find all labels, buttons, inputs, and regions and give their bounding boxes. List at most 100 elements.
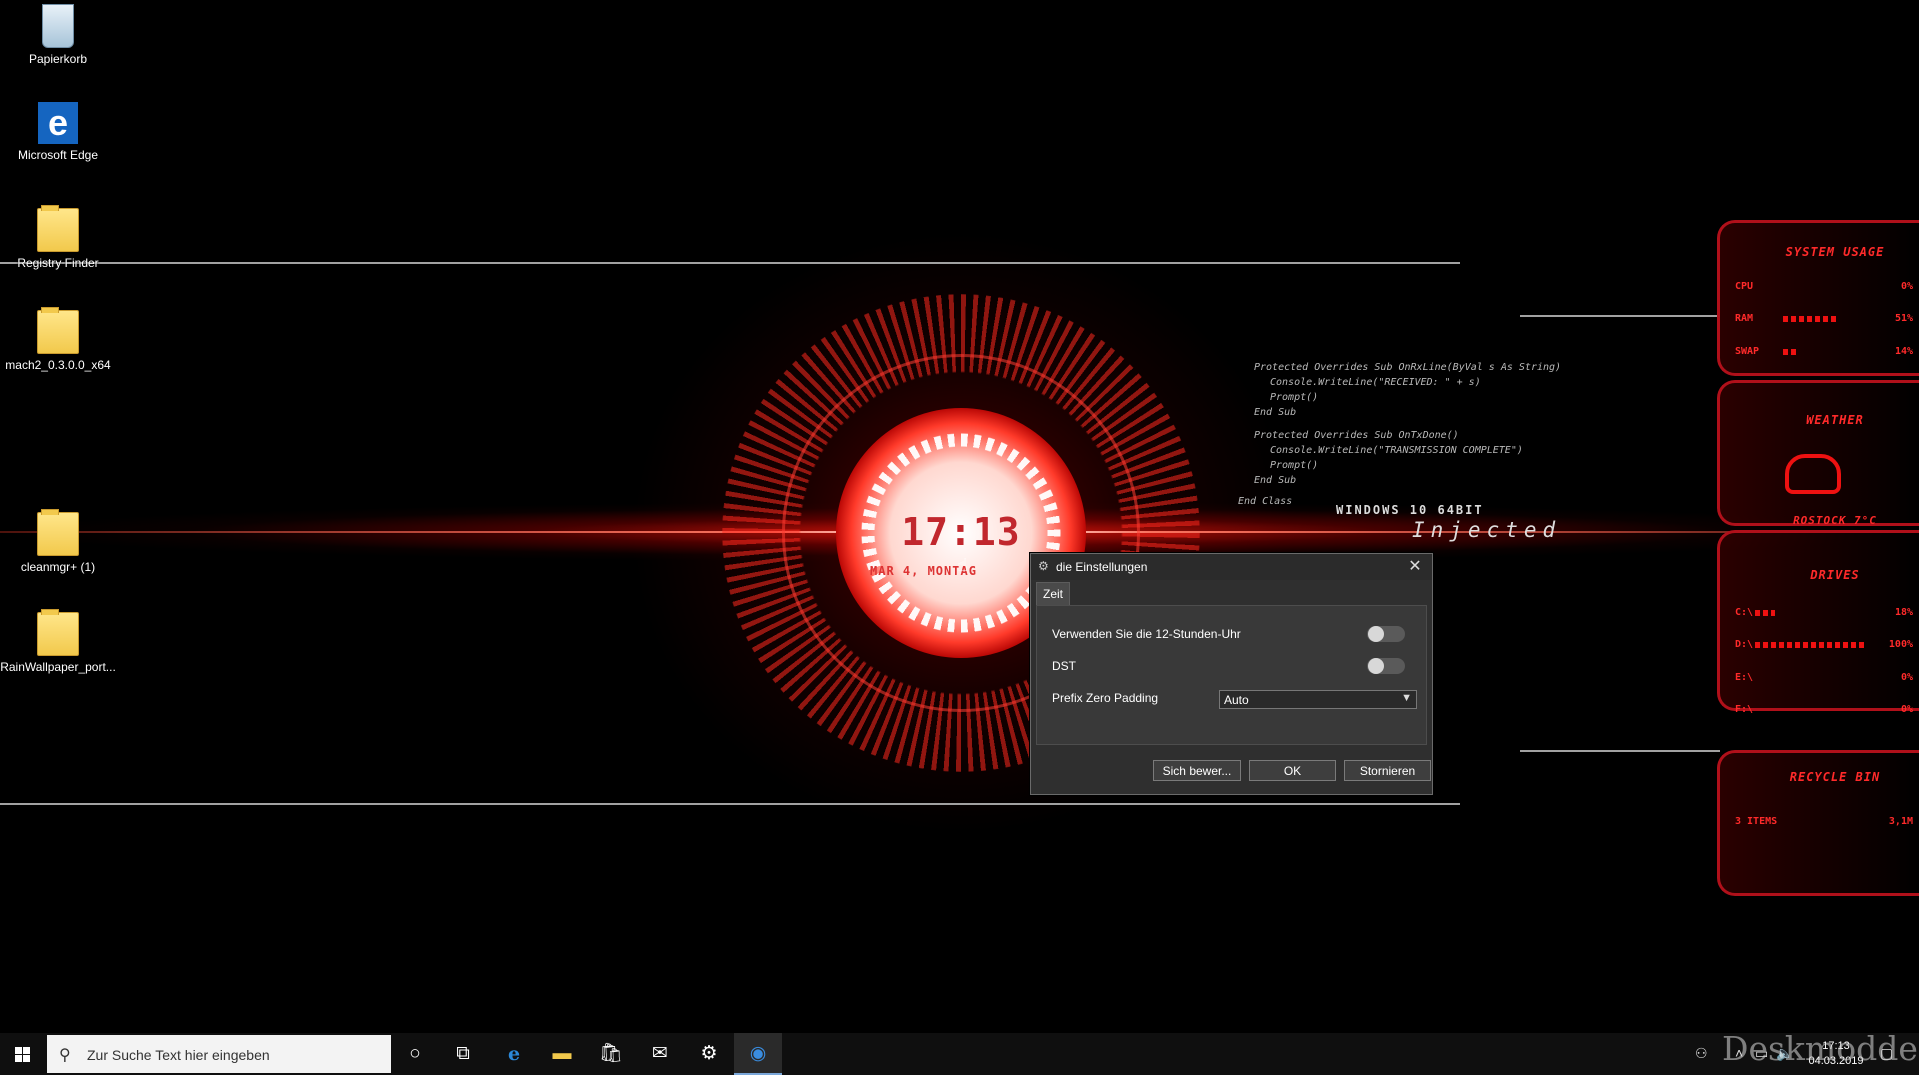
folder-icon bbox=[37, 509, 79, 556]
gear-icon: ⚙ bbox=[1038, 559, 1049, 573]
settings-gear-icon[interactable]: ⚙ bbox=[685, 1033, 733, 1075]
code-overlay: Protected Overrides Sub OnRxLine(ByVal s… bbox=[1220, 360, 1600, 509]
toggle-knob bbox=[1368, 658, 1384, 674]
swap-value: 14% bbox=[1894, 346, 1913, 357]
search-placeholder: Zur Suche Text hier eingeben bbox=[87, 1047, 270, 1063]
desktop-icon-recycle-bin[interactable]: Papierkorb bbox=[0, 4, 116, 66]
recycle-row: 3 ITEMS 3,1M bbox=[1735, 816, 1913, 827]
rain-cloud-icon bbox=[1785, 454, 1841, 494]
recycle-size: 3,1M bbox=[1888, 816, 1913, 827]
desktop-icon-label: RainWallpaper_port... bbox=[0, 660, 116, 674]
hand-cursor-icon: ☝ bbox=[957, 555, 968, 575]
edge-icon: e bbox=[38, 102, 78, 144]
desktop-icon-microsoft-edge[interactable]: e Microsoft Edge bbox=[0, 102, 116, 162]
ram-bar bbox=[1783, 316, 1839, 322]
drive-bar bbox=[1755, 610, 1775, 616]
drives-box bbox=[1717, 530, 1919, 711]
ram-row: RAM 51% bbox=[1735, 313, 1913, 324]
drive-value: 100% bbox=[1888, 639, 1913, 650]
twelve-hour-toggle[interactable] bbox=[1367, 626, 1405, 642]
drive-row: E:\ 0% bbox=[1735, 672, 1913, 683]
wallpaper-line-top-right bbox=[1520, 315, 1720, 317]
drive-label: C:\ bbox=[1735, 607, 1754, 618]
desktop-icon-label: Microsoft Edge bbox=[17, 148, 99, 162]
windows-logo-icon bbox=[15, 1047, 30, 1062]
code-line: End Sub bbox=[1254, 475, 1297, 486]
rainmeter-panel: SYSTEM USAGE CPU 0% RAM 51% SWAP 14% WEA… bbox=[1705, 210, 1919, 900]
code-line: Prompt() bbox=[1270, 460, 1319, 471]
system-usage-title: SYSTEM USAGE bbox=[1785, 245, 1885, 259]
os-sublabel: Injected bbox=[1412, 518, 1562, 542]
swap-label: SWAP bbox=[1735, 346, 1760, 357]
cpu-value: 0% bbox=[1900, 281, 1913, 292]
drive-label: E:\ bbox=[1735, 672, 1754, 683]
recycle-bin-icon bbox=[42, 4, 74, 48]
wallpaper-clock-time: 17:13 bbox=[901, 510, 1021, 554]
desktop-icon-rainwallpaper[interactable]: RainWallpaper_port... bbox=[0, 609, 116, 674]
cpu-row: CPU 0% bbox=[1735, 281, 1913, 292]
twelve-hour-label: Verwenden Sie die 12-Stunden-Uhr bbox=[1052, 627, 1241, 641]
desktop-icon-label: Papierkorb bbox=[28, 52, 88, 66]
weather-box bbox=[1717, 380, 1919, 526]
desktop-icon-label: cleanmgr+ (1) bbox=[20, 560, 96, 574]
desktop-icon-label: Registry Finder bbox=[17, 256, 99, 270]
zero-padding-label: Prefix Zero Padding bbox=[1052, 691, 1159, 705]
drives-title: DRIVES bbox=[1810, 568, 1860, 582]
search-icon: ⚲ bbox=[59, 1047, 71, 1064]
drive-label: D:\ bbox=[1735, 639, 1754, 650]
task-view-button[interactable]: ⧉ bbox=[439, 1033, 487, 1075]
drive-label: F:\ bbox=[1735, 704, 1754, 715]
settings-dialog: ⚙ die Einstellungen ✕ Zeit Verwenden Sie… bbox=[1030, 553, 1433, 795]
wallpaper-line-bottom-left bbox=[0, 803, 1460, 805]
code-line: Console.WriteLine("RECEIVED: " + s) bbox=[1270, 377, 1481, 388]
ok-button[interactable]: OK bbox=[1249, 760, 1336, 781]
desktop-icon-label: mach2_0.3.0.0_x64 bbox=[5, 358, 111, 372]
desktop-icon-registry-finder[interactable]: Registry Finder bbox=[0, 205, 116, 270]
cortana-button[interactable]: ○ bbox=[391, 1033, 439, 1075]
start-button[interactable] bbox=[0, 1033, 46, 1075]
people-icon[interactable]: ⚇ bbox=[1695, 1045, 1708, 1062]
wallpaper-line-bottom-right bbox=[1520, 750, 1720, 752]
store-icon[interactable]: 🛍 bbox=[587, 1033, 635, 1075]
drive-value: 0% bbox=[1900, 672, 1913, 683]
recycle-title: RECYCLE BIN bbox=[1789, 770, 1881, 784]
code-line: Prompt() bbox=[1270, 392, 1319, 403]
dst-label: DST bbox=[1052, 659, 1076, 673]
drive-row: D:\ 100% bbox=[1735, 639, 1913, 650]
code-line: Protected Overrides Sub OnTxDone() bbox=[1254, 430, 1459, 441]
folder-icon bbox=[37, 307, 79, 354]
zero-padding-value: Auto bbox=[1224, 693, 1249, 707]
desktop-wallpaper: 17:13 MAR 4, MONTAG ☝ Protected Override… bbox=[0, 0, 1919, 1033]
code-line: End Sub bbox=[1254, 407, 1297, 418]
wallpaper-line-top-left bbox=[0, 262, 1460, 264]
ram-value: 51% bbox=[1894, 313, 1913, 324]
close-button[interactable]: ✕ bbox=[1404, 556, 1426, 578]
watermark: Deskmodder.de bbox=[1722, 1029, 1919, 1068]
rate-button[interactable]: Sich bewer... bbox=[1153, 760, 1241, 781]
ram-label: RAM bbox=[1735, 313, 1754, 324]
taskbar: ⚲ Zur Suche Text hier eingeben ○ ⧉ e ▬ 🛍… bbox=[0, 1033, 1919, 1075]
search-box[interactable]: ⚲ Zur Suche Text hier eingeben bbox=[47, 1035, 391, 1073]
zero-padding-select[interactable]: Auto ▼ bbox=[1219, 690, 1417, 709]
mail-icon[interactable]: ✉ bbox=[636, 1033, 684, 1075]
drive-bar bbox=[1755, 642, 1865, 648]
drive-value: 18% bbox=[1894, 607, 1913, 618]
swap-bar bbox=[1783, 349, 1798, 355]
clock-app-icon[interactable]: ◉ bbox=[734, 1033, 782, 1075]
tab-zeit[interactable]: Zeit bbox=[1036, 582, 1070, 605]
desktop-icon-cleanmgr[interactable]: cleanmgr+ (1) bbox=[0, 509, 116, 574]
cpu-label: CPU bbox=[1735, 281, 1754, 292]
desktop-icon-mach2[interactable]: mach2_0.3.0.0_x64 bbox=[0, 307, 116, 372]
drive-row: F:\ 0% bbox=[1735, 704, 1913, 715]
swap-row: SWAP 14% bbox=[1735, 346, 1913, 357]
dialog-title: die Einstellungen bbox=[1056, 560, 1148, 574]
file-explorer-icon[interactable]: ▬ bbox=[538, 1033, 586, 1075]
chevron-down-icon: ▼ bbox=[1401, 692, 1412, 704]
cancel-button[interactable]: Stornieren bbox=[1344, 760, 1431, 781]
dialog-panel: Verwenden Sie die 12-Stunden-Uhr DST Pre… bbox=[1036, 605, 1427, 745]
dialog-titlebar[interactable]: ⚙ die Einstellungen ✕ bbox=[1031, 554, 1432, 580]
drive-row: C:\ 18% bbox=[1735, 607, 1913, 618]
taskbar-edge-icon[interactable]: e bbox=[490, 1033, 538, 1075]
weather-city: ROSTOCK 7°C bbox=[1793, 514, 1877, 527]
dst-toggle[interactable] bbox=[1367, 658, 1405, 674]
